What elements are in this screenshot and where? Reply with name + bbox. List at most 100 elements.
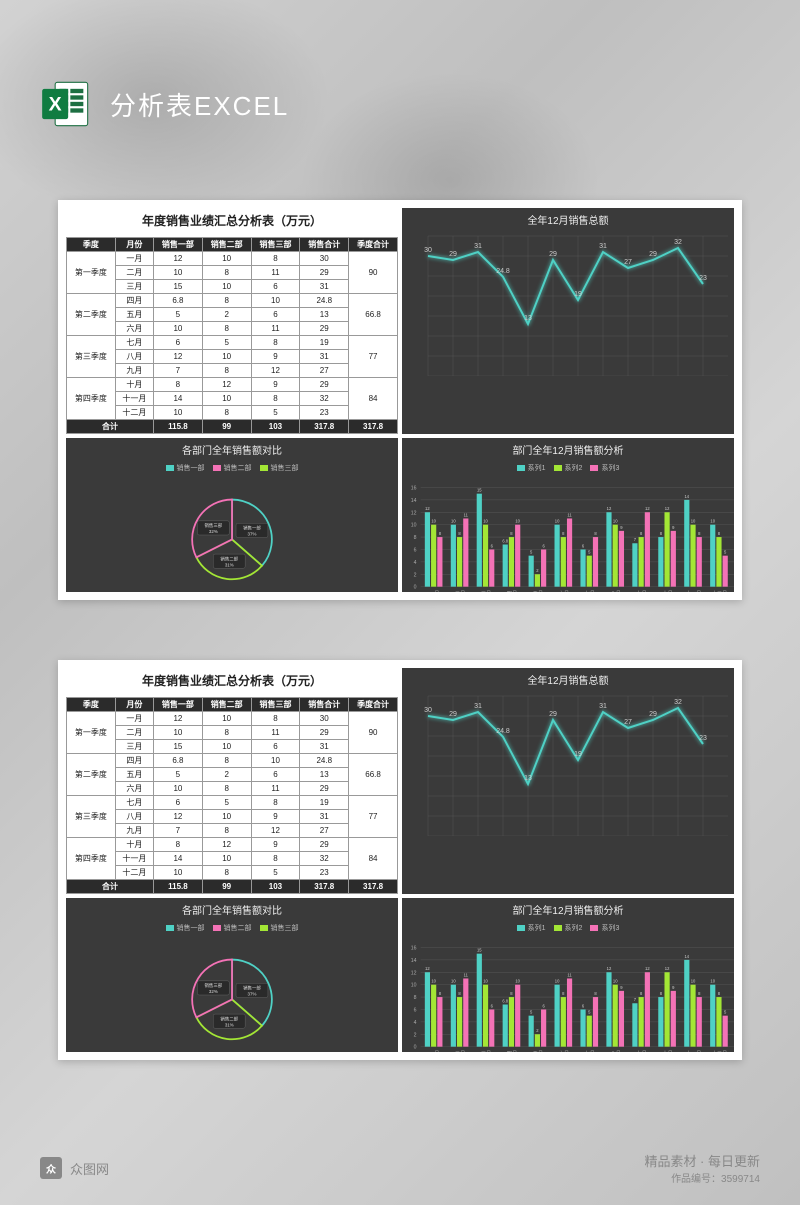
svg-text:27: 27 [624,259,632,266]
svg-text:8: 8 [510,991,513,996]
svg-text:5: 5 [588,550,591,555]
svg-text:32: 32 [674,239,682,246]
svg-text:5: 5 [530,550,533,555]
svg-text:8: 8 [660,991,663,996]
svg-text:12: 12 [607,506,612,511]
svg-text:X: X [49,94,62,116]
svg-text:10: 10 [411,983,417,989]
dashboard-title: 年度销售业绩汇总分析表（万元） [66,208,398,233]
svg-text:29: 29 [549,251,557,258]
svg-text:销售三部: 销售三部 [205,522,223,529]
pie-chart: 销售一部 37% 销售二部 31% 销售三部 32% [66,933,398,1052]
svg-text:31: 31 [599,703,607,710]
svg-text:三月: 三月 [481,1050,491,1052]
line-chart-panel: 全年12月销售总额30293124.81329193127293223 [402,208,734,434]
svg-text:8: 8 [414,535,417,541]
table-row: 第二季度四月6.881024.866.8 [67,294,398,308]
svg-text:四月: 四月 [507,590,517,592]
page-title: 分析表EXCEL [110,86,289,123]
svg-text:15: 15 [477,948,482,953]
svg-text:6.8: 6.8 [502,538,508,543]
table-row: 第四季度十月81292984 [67,378,398,392]
svg-text:6: 6 [414,1008,417,1014]
pie-chart-panel: 各部门全年销售额对比 销售一部销售二部销售三部 销售一部 37% 销售二部 31… [66,438,398,592]
table-row: 六月1081129 [67,322,398,336]
svg-text:19: 19 [574,751,582,758]
table-row: 六月1081129 [67,782,398,796]
svg-text:10: 10 [710,979,715,984]
svg-text:29: 29 [449,251,457,258]
svg-text:32%: 32% [209,989,218,994]
svg-text:14: 14 [411,498,417,504]
bar-chart-title: 部门全年12月销售额分析 [402,438,734,461]
svg-text:31%: 31% [225,562,234,567]
table-row: 第四季度十月81292984 [67,838,398,852]
svg-text:0: 0 [414,585,417,591]
table-row: 第一季度一月121083090 [67,712,398,726]
table-row: 十二月108523 [67,406,398,420]
svg-text:十月: 十月 [662,1049,672,1052]
svg-text:12: 12 [411,970,417,976]
line-chart: 30293124.81329193127293223 [408,686,728,836]
svg-text:8: 8 [458,991,461,996]
bar-chart-panel: 部门全年12月销售额分析 系列1系列2系列3 0246810121416 12 … [402,898,734,1052]
svg-text:销售一部: 销售一部 [243,524,261,531]
svg-text:9: 9 [620,985,623,990]
svg-text:6.8: 6.8 [502,998,508,1003]
bar-chart-title: 部门全年12月销售额分析 [402,898,734,921]
svg-text:2: 2 [414,572,417,578]
svg-text:6: 6 [582,543,585,548]
svg-text:6: 6 [542,1003,545,1008]
svg-text:5: 5 [724,550,727,555]
svg-text:11: 11 [567,512,572,517]
svg-text:29: 29 [649,711,657,718]
table-header: 销售三部 [251,698,300,712]
svg-text:十二月: 十二月 [712,1049,728,1052]
svg-text:9: 9 [620,525,623,530]
line-chart: 30293124.81329193127293223 [408,226,728,376]
table-header: 季度 [67,238,116,252]
table-row: 九月781227 [67,824,398,838]
table-row: 五月52613 [67,308,398,322]
table-header: 销售一部 [154,698,203,712]
svg-text:销售一部: 销售一部 [243,984,261,991]
svg-text:2: 2 [536,568,539,573]
svg-text:13: 13 [524,315,532,322]
svg-text:37%: 37% [248,992,257,997]
svg-text:9: 9 [672,985,675,990]
svg-text:14: 14 [411,958,417,964]
svg-text:9: 9 [672,525,675,530]
svg-text:10: 10 [555,519,560,524]
svg-text:8: 8 [698,531,701,536]
dashboard-title: 年度销售业绩汇总分析表（万元） [66,668,398,693]
svg-text:四月: 四月 [507,1050,517,1052]
svg-text:8: 8 [594,531,597,536]
svg-text:12: 12 [425,506,430,511]
svg-text:销售二部: 销售二部 [220,1015,238,1022]
table-row: 十二月108523 [67,866,398,880]
svg-text:30: 30 [424,247,432,254]
svg-text:23: 23 [699,275,707,282]
pie-chart-panel: 各部门全年销售额对比 销售一部销售二部销售三部 销售一部 37% 销售二部 31… [66,898,398,1052]
table-header: 季度 [67,698,116,712]
svg-text:10: 10 [691,979,696,984]
bar-chart: 0246810121416 12 10 8一月 10 8 11二月 15 10 … [402,933,734,1052]
svg-text:8: 8 [718,531,721,536]
table-header: 月份 [115,238,153,252]
svg-text:九月: 九月 [636,1049,646,1052]
svg-text:10: 10 [451,519,456,524]
excel-icon: X [40,78,92,130]
svg-text:10: 10 [431,519,436,524]
brand-name: 众图网 [70,1159,109,1178]
table-row: 三月1510631 [67,740,398,754]
pie-legend: 销售一部销售二部销售三部 [66,463,398,473]
svg-text:二月: 二月 [455,1050,465,1052]
svg-text:十一月: 十一月 [686,589,702,592]
svg-text:8: 8 [439,991,442,996]
table-header: 销售合计 [300,698,349,712]
dashboard-card-2: 年度销售业绩汇总分析表（万元）全年12月销售总额30293124.8132919… [58,660,742,1060]
svg-text:0: 0 [414,1045,417,1051]
svg-text:2: 2 [414,1032,417,1038]
svg-text:27: 27 [624,719,632,726]
svg-text:31%: 31% [225,1022,234,1027]
